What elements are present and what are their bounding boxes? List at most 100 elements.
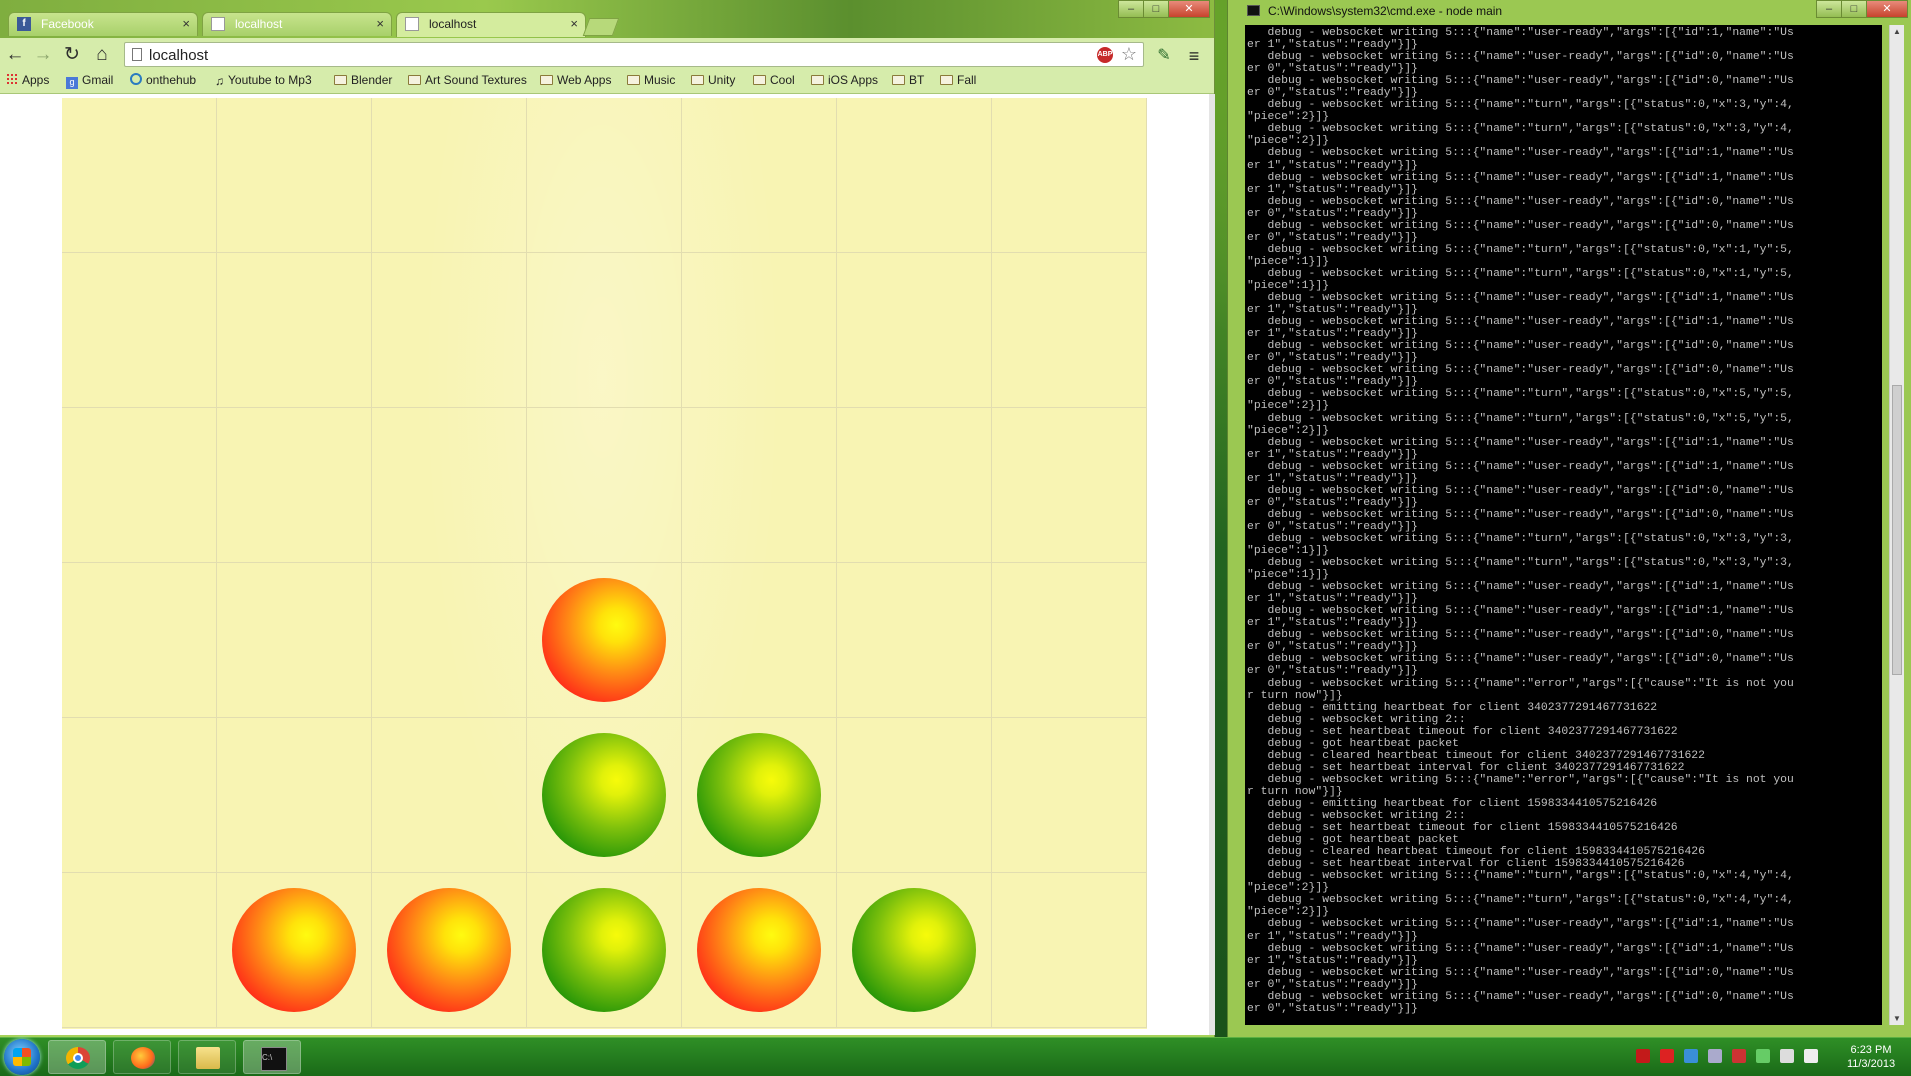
close-window-button[interactable]: ✕	[1168, 0, 1210, 18]
console-minimize-button[interactable]: –	[1816, 0, 1842, 18]
board-cell[interactable]	[217, 873, 372, 1028]
console-close-button[interactable]: ✕	[1866, 0, 1908, 18]
clock[interactable]: 6:23 PM 11/3/2013	[1836, 1043, 1906, 1071]
board-cell[interactable]	[372, 718, 527, 873]
taskbar-chrome[interactable]	[48, 1040, 106, 1074]
bookmark-folder-ios-apps[interactable]: iOS Apps	[811, 73, 878, 87]
board-cell[interactable]	[217, 563, 372, 718]
board-cell[interactable]	[837, 563, 992, 718]
bookmark-star-icon[interactable]: ☆	[1121, 44, 1137, 65]
board-cell[interactable]	[217, 718, 372, 873]
nvidia-icon[interactable]	[1756, 1049, 1770, 1063]
board-cell[interactable]	[682, 98, 837, 253]
board-cell[interactable]	[837, 98, 992, 253]
board-cell[interactable]	[682, 718, 837, 873]
board-cell[interactable]	[837, 408, 992, 563]
console-output[interactable]: debug - websocket writing 5:::{"name":"u…	[1245, 25, 1882, 1025]
close-tab-icon[interactable]: ×	[376, 16, 384, 31]
network-icon[interactable]	[1780, 1049, 1794, 1063]
board-cell[interactable]	[372, 98, 527, 253]
adblock-icon[interactable]: ABP	[1097, 47, 1113, 63]
board-cell[interactable]	[992, 873, 1147, 1028]
bookmark-folder-music[interactable]: Music	[627, 73, 675, 87]
tab-localhost-active[interactable]: localhost ×	[396, 12, 586, 37]
scrollbar-thumb[interactable]	[1892, 385, 1902, 675]
bookmark-folder-web-apps[interactable]: Web Apps	[540, 73, 611, 87]
board-cell[interactable]	[527, 408, 682, 563]
board-cell[interactable]	[372, 563, 527, 718]
menu-icon[interactable]: ≡	[1183, 45, 1205, 67]
back-icon[interactable]: ←	[4, 44, 26, 66]
board-cell[interactable]	[62, 408, 217, 563]
console-line: debug - websocket writing 5:::{"name":"u…	[1247, 605, 1794, 618]
board-cell[interactable]	[527, 253, 682, 408]
start-button[interactable]	[4, 1039, 40, 1075]
home-icon[interactable]: ⌂	[91, 44, 113, 66]
bookmark-folder-art-sound-textures[interactable]: Art Sound Textures	[408, 73, 527, 87]
board-cell[interactable]	[992, 718, 1147, 873]
board-cell[interactable]	[62, 253, 217, 408]
taskbar-cmd[interactable]: C:\	[243, 1040, 301, 1074]
board-cell[interactable]	[837, 253, 992, 408]
bookmark-folder-unity[interactable]: Unity	[691, 73, 735, 87]
dropbox-icon[interactable]	[1684, 1049, 1698, 1063]
board-cell[interactable]	[527, 563, 682, 718]
minimize-button[interactable]: –	[1118, 0, 1144, 18]
tab-facebook[interactable]: f Facebook ×	[8, 12, 198, 36]
game-board[interactable]	[62, 98, 1147, 1029]
board-cell[interactable]	[527, 98, 682, 253]
close-tab-icon[interactable]: ×	[182, 16, 190, 31]
console-scrollbar[interactable]: ▲ ▼	[1889, 25, 1904, 1025]
volume-icon[interactable]	[1804, 1049, 1818, 1063]
board-cell[interactable]	[682, 563, 837, 718]
bookmark-youtube-to-mp3[interactable]: ♫ Youtube to Mp3	[215, 73, 312, 88]
board-cell[interactable]	[992, 563, 1147, 718]
scroll-up-icon[interactable]: ▲	[1890, 27, 1904, 36]
bookmark-gmail[interactable]: g Gmail	[66, 73, 113, 89]
bookmark-folder-fall[interactable]: Fall	[940, 73, 976, 87]
bookmark-folder-blender[interactable]: Blender	[334, 73, 392, 87]
board-cell[interactable]	[527, 873, 682, 1028]
console-line: debug - websocket writing 5:::{"name":"t…	[1247, 388, 1794, 401]
board-cell[interactable]	[217, 253, 372, 408]
forward-icon[interactable]: →	[32, 44, 54, 66]
adobe-icon[interactable]	[1636, 1049, 1650, 1063]
board-cell[interactable]	[682, 408, 837, 563]
board-cell[interactable]	[62, 98, 217, 253]
bookmark-apps[interactable]: Apps	[6, 73, 49, 87]
board-cell[interactable]	[62, 718, 217, 873]
maximize-button[interactable]: □	[1143, 0, 1169, 18]
extension-icon[interactable]: ✎	[1153, 45, 1175, 67]
board-cell[interactable]	[527, 718, 682, 873]
console-maximize-button[interactable]: □	[1841, 0, 1867, 18]
board-cell[interactable]	[992, 98, 1147, 253]
close-tab-icon[interactable]: ×	[570, 16, 578, 31]
board-cell[interactable]	[217, 98, 372, 253]
network-share-icon[interactable]	[1708, 1049, 1722, 1063]
scroll-down-icon[interactable]: ▼	[1890, 1014, 1904, 1023]
board-cell[interactable]	[992, 408, 1147, 563]
board-cell[interactable]	[62, 563, 217, 718]
board-cell[interactable]	[837, 873, 992, 1028]
board-cell[interactable]	[682, 253, 837, 408]
board-cell[interactable]	[372, 253, 527, 408]
taskbar-explorer[interactable]	[178, 1040, 236, 1074]
bookmark-folder-bt[interactable]: BT	[892, 73, 924, 87]
board-cell[interactable]	[682, 873, 837, 1028]
taskbar-firefox[interactable]	[113, 1040, 171, 1074]
flag-icon[interactable]	[1732, 1049, 1746, 1063]
address-bar[interactable]: localhost ABP ☆	[124, 42, 1144, 67]
board-cell[interactable]	[62, 873, 217, 1028]
page-scrollbar[interactable]	[1209, 94, 1215, 1035]
board-cell[interactable]	[372, 408, 527, 563]
board-cell[interactable]	[372, 873, 527, 1028]
board-cell[interactable]	[992, 253, 1147, 408]
new-tab-button[interactable]	[582, 18, 620, 36]
board-cell[interactable]	[217, 408, 372, 563]
bookmark-onthehub[interactable]: onthehub	[130, 73, 196, 87]
pdf-icon[interactable]	[1660, 1049, 1674, 1063]
reload-icon[interactable]: ↻	[61, 44, 83, 66]
bookmark-folder-cool[interactable]: Cool	[753, 73, 795, 87]
tab-localhost-1[interactable]: localhost ×	[202, 12, 392, 36]
board-cell[interactable]	[837, 718, 992, 873]
